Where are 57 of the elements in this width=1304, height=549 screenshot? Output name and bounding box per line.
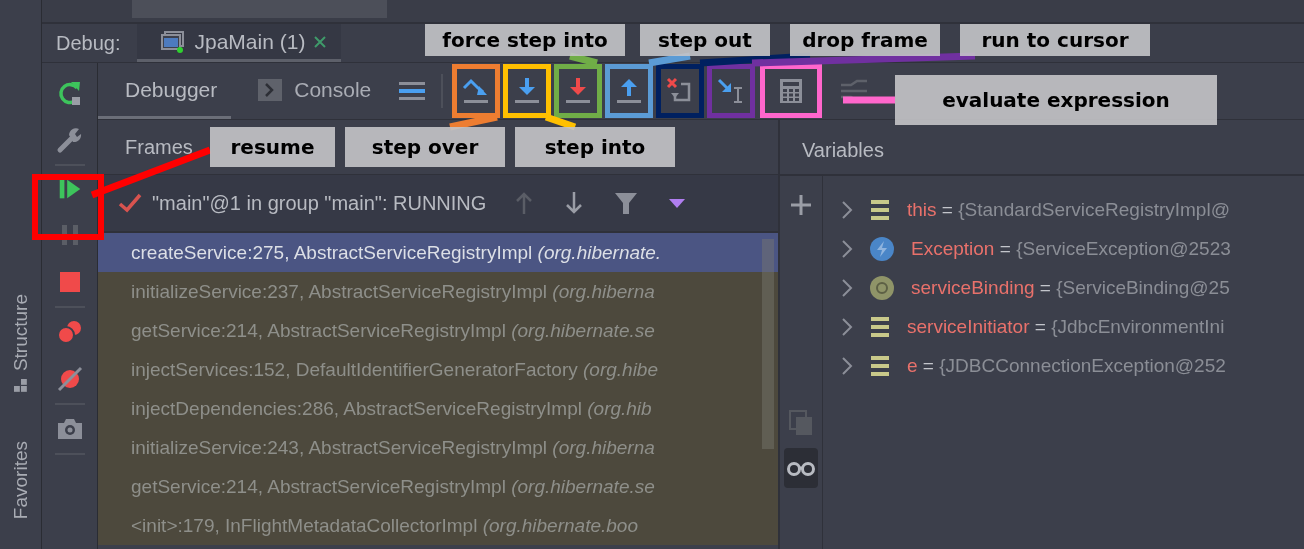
glasses-icon — [786, 460, 816, 476]
add-icon[interactable] — [790, 194, 812, 216]
variable-value: {StandardServiceRegistryImpl@ — [958, 198, 1230, 220]
callout-label: resume — [210, 127, 335, 167]
callout-label: step over — [345, 127, 505, 167]
stack-frame[interactable]: getService:214, AbstractServiceRegistryImpl (org.hibernate.se — [98, 311, 778, 350]
stack-frame[interactable]: getService:214, AbstractServiceRegistryImpl (org.hibernate.se — [98, 467, 778, 506]
variable-name[interactable]: e — [907, 354, 918, 376]
variable-name[interactable]: serviceInitiator — [907, 315, 1030, 337]
expand-chevron-icon[interactable] — [841, 316, 853, 337]
variable-value: {JdbcEnvironmentIni — [1051, 315, 1225, 337]
filter-icon[interactable] — [614, 191, 639, 215]
glasses-toggle[interactable] — [784, 448, 818, 488]
stack-frame[interactable]: injectDependencies:286, AbstractServiceRegistryImpl (org.hib — [98, 389, 778, 428]
expand-chevron-icon[interactable] — [841, 238, 853, 259]
expand-chevron-icon[interactable] — [841, 199, 853, 220]
dropdown-arrow-icon[interactable] — [668, 197, 687, 209]
stack-frame[interactable]: createService:275, AbstractServiceRegistryImpl (org.hibernate. — [98, 233, 778, 272]
callout-label: step out — [640, 24, 770, 56]
variable-name[interactable]: Exception — [911, 237, 995, 259]
expand-chevron-icon[interactable] — [841, 277, 853, 298]
callout-label: evaluate expression — [895, 75, 1217, 125]
side-tab-label: Structure — [9, 294, 32, 372]
stack-frame[interactable]: initializeService:237, AbstractServiceRegistryImpl (org.hiberna — [98, 272, 778, 311]
structure-icon — [13, 379, 28, 394]
variable-name[interactable]: this — [907, 198, 937, 220]
close-icon[interactable] — [313, 34, 328, 49]
callout-label: force step into — [425, 24, 625, 56]
variable-value: {ServiceBinding@25 — [1056, 276, 1230, 298]
callout-label: drop frame — [790, 24, 940, 56]
stack-frame[interactable]: injectServices:152, DefaultIdentifierGeneratorFactory (org.hibe — [98, 350, 778, 389]
equals-sign: = — [999, 237, 1011, 259]
side-tab[interactable]: Structure — [9, 290, 32, 398]
callout-label: run to cursor — [960, 24, 1150, 56]
variable-value: {JDBCConnectionException@252 — [939, 354, 1226, 376]
window-icon — [160, 29, 187, 54]
session-tab[interactable]: JpaMain (1) — [136, 24, 342, 62]
variable-value: {ServiceException@2523 — [1016, 237, 1231, 259]
stack-frame[interactable]: <init>:179, InFlightMetadataCollectorImpl (org.hibernate.boo — [98, 506, 778, 545]
debugger-tab[interactable]: Console — [231, 63, 386, 119]
expand-chevron-icon[interactable] — [841, 355, 853, 376]
layout-icon[interactable] — [399, 80, 426, 102]
equals-sign: = — [922, 354, 934, 376]
console-icon — [258, 78, 283, 101]
callout-label: step into — [515, 127, 675, 167]
variable-name[interactable]: serviceBinding — [911, 276, 1035, 298]
equals-sign: = — [941, 198, 953, 220]
equals-sign: = — [1039, 276, 1051, 298]
down-arrow-icon[interactable] — [564, 191, 585, 215]
frames-title: Frames — [125, 135, 193, 159]
debug-label: Debug: — [56, 31, 121, 55]
variables-title: Variables — [802, 139, 884, 162]
debugger-tab[interactable]: Debugger — [98, 63, 232, 119]
check-icon — [118, 192, 142, 214]
scrollbar[interactable] — [762, 239, 774, 449]
stack-frame[interactable]: initializeService:243, AbstractServiceRegistryImpl (org.hiberna — [98, 428, 778, 467]
equals-sign: = — [1034, 315, 1046, 337]
